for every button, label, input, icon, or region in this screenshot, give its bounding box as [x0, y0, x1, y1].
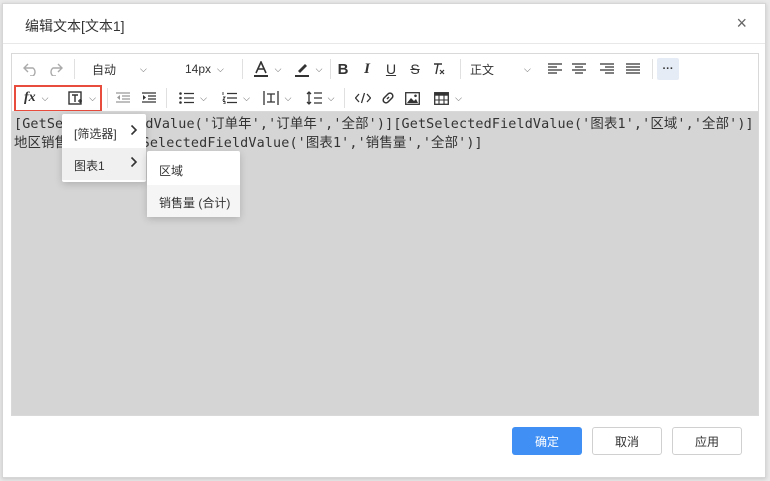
bullet-list-icon: [179, 92, 195, 104]
numbered-list-icon: [222, 92, 238, 104]
toolbar-separator: [460, 59, 461, 79]
fx-icon: fx: [24, 90, 36, 105]
insert-field-menu: [筛选器] 图表1: [62, 114, 146, 182]
menu-item-label: [筛选器]: [74, 127, 117, 141]
dialog-titlebar: 编辑文本[文本1] ×: [3, 4, 765, 44]
numbered-list-button[interactable]: ⌵: [218, 87, 254, 109]
toolbar-separator: [242, 59, 243, 79]
menu-item-filter[interactable]: [筛选器]: [62, 116, 146, 148]
apply-button[interactable]: 应用: [672, 427, 742, 455]
chevron-right-icon: [130, 156, 138, 171]
confirm-button[interactable]: 确定: [512, 427, 582, 455]
chevron-down-icon: ⌵: [200, 92, 207, 103]
chevron-down-icon: ⌵: [89, 92, 96, 103]
bold-icon[interactable]: B: [334, 58, 352, 80]
table-icon: [434, 91, 450, 105]
font-size-value: 14px: [185, 62, 212, 76]
cancel-button[interactable]: 取消: [592, 427, 662, 455]
menu-item-label: 图表1: [74, 159, 105, 173]
menu-item-label: 区域: [159, 164, 184, 178]
align-right-icon[interactable]: [598, 58, 616, 80]
line-height-button[interactable]: ⌵: [302, 87, 338, 109]
strikethrough-icon[interactable]: S: [406, 58, 424, 80]
insert-field-icon: [68, 90, 83, 105]
toolbar-row-1: 自动 ⌵ 14px ⌵ ⌵ ⌵ B I U S 正文 ⌵ ···: [12, 55, 758, 83]
redo-icon[interactable]: [46, 58, 64, 80]
insert-field-button[interactable]: ⌵: [64, 87, 100, 109]
function-button[interactable]: fx ⌵: [24, 87, 62, 109]
chart1-fields-submenu: 区域 销售量 (合计): [147, 151, 240, 217]
highlight-color-button[interactable]: ⌵: [290, 58, 326, 80]
rich-text-toolbar: 自动 ⌵ 14px ⌵ ⌵ ⌵ B I U S 正文 ⌵ ··· fx ⌵ ⌵ …: [11, 53, 759, 112]
undo-icon[interactable]: [22, 58, 40, 80]
chevron-down-icon: ⌵: [41, 92, 49, 103]
close-icon[interactable]: ×: [736, 14, 747, 32]
chevron-down-icon: ⌵: [284, 92, 292, 103]
menu-item-chart1[interactable]: 图表1: [62, 148, 146, 180]
outdent-icon[interactable]: [114, 87, 132, 109]
toolbar-separator: [107, 88, 108, 108]
table-button[interactable]: ⌵: [430, 87, 466, 109]
align-justify-icon[interactable]: [624, 58, 642, 80]
menu-item-region[interactable]: 区域: [147, 153, 240, 185]
chevron-down-icon: ⌵: [140, 63, 147, 74]
toolbar-separator: [344, 88, 345, 108]
toolbar-separator: [652, 59, 653, 79]
font-color-button[interactable]: ⌵: [249, 58, 285, 80]
indent-icon[interactable]: [140, 87, 158, 109]
toolbar-row-2: fx ⌵ ⌵ ⌵ ⌵ ⌵ ⌵ ⌵: [12, 84, 758, 112]
toolbar-separator: [330, 59, 331, 79]
toolbar-separator: [166, 88, 167, 108]
highlighter-icon: [294, 64, 309, 77]
menu-item-label: 销售量 (合计): [159, 196, 231, 210]
align-left-icon[interactable]: [546, 58, 564, 80]
clear-format-icon[interactable]: [430, 58, 448, 80]
chevron-down-icon: ⌵: [327, 92, 335, 103]
chevron-down-icon: ⌵: [217, 63, 224, 74]
font-size-select[interactable]: 14px ⌵: [185, 58, 235, 80]
auto-select-value: 自动: [92, 62, 117, 77]
link-icon[interactable]: [379, 87, 397, 109]
align-center-icon[interactable]: [570, 58, 588, 80]
letter-spacing-button[interactable]: ⌵: [259, 87, 295, 109]
chevron-right-icon: [130, 124, 138, 139]
code-icon[interactable]: [354, 87, 372, 109]
line-height-icon: [306, 91, 322, 105]
chevron-down-icon: ⌵: [274, 63, 282, 74]
toolbar-separator: [74, 59, 75, 79]
image-icon[interactable]: [403, 87, 421, 109]
paragraph-select-value: 正文: [470, 62, 495, 77]
chevron-down-icon: ⌵: [455, 92, 462, 103]
font-color-icon: [253, 61, 268, 77]
auto-select[interactable]: 自动 ⌵: [92, 58, 162, 80]
dialog-title: 编辑文本[文本1]: [25, 18, 125, 34]
menu-item-sales-volume-total[interactable]: 销售量 (合计): [147, 185, 240, 217]
chevron-down-icon: ⌵: [315, 63, 323, 74]
more-options-icon[interactable]: ···: [657, 58, 679, 80]
bullet-list-button[interactable]: ⌵: [175, 87, 211, 109]
letter-spacing-icon: [262, 91, 279, 105]
underline-icon[interactable]: U: [382, 58, 400, 80]
italic-icon[interactable]: I: [358, 58, 376, 80]
paragraph-select[interactable]: 正文 ⌵: [470, 58, 540, 80]
chevron-down-icon: ⌵: [243, 92, 250, 103]
chevron-down-icon: ⌵: [524, 63, 531, 74]
